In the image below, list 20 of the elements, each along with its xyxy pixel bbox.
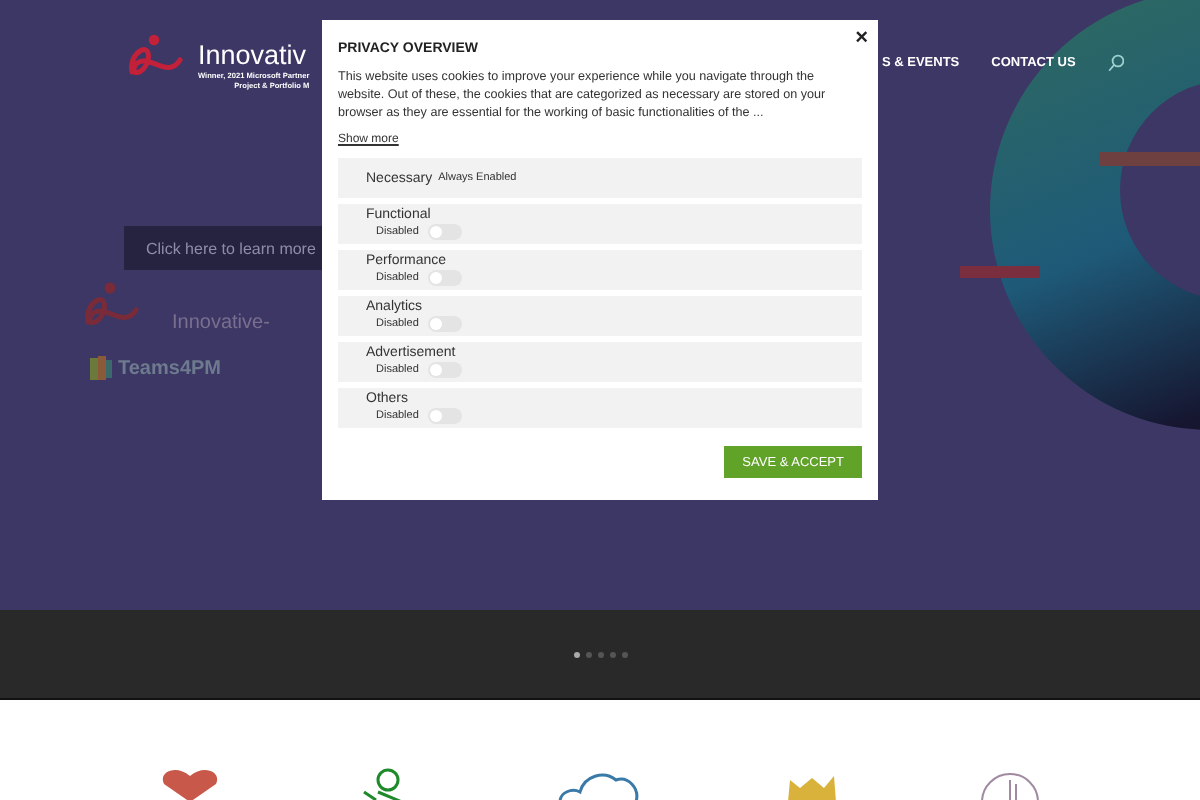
toggle-switch[interactable] [428, 362, 463, 378]
toggle-switch[interactable] [428, 316, 463, 332]
slider-dot[interactable] [585, 651, 591, 657]
toggle-switch[interactable] [428, 270, 463, 286]
partner-logo-text: Teams4PM [118, 357, 222, 379]
partner-logo-text: Innovative- [172, 312, 270, 334]
slider-dot[interactable] [609, 651, 615, 657]
close-button[interactable]: × [855, 26, 868, 50]
slider-dot[interactable] [597, 651, 603, 657]
gauge-icon [980, 768, 1040, 800]
search-icon[interactable] [1107, 54, 1124, 72]
slider-dot[interactable] [621, 651, 627, 657]
slider-dot[interactable] [573, 651, 579, 657]
logo-name: Innovativ [198, 40, 309, 72]
cloud-icon [556, 768, 644, 800]
teams-logo-icon [88, 354, 112, 382]
toggle-switch[interactable] [428, 224, 463, 240]
toggle-switch[interactable] [428, 408, 463, 424]
heart-icon [160, 768, 220, 800]
learn-more-button[interactable]: Click here to learn more [124, 226, 324, 270]
